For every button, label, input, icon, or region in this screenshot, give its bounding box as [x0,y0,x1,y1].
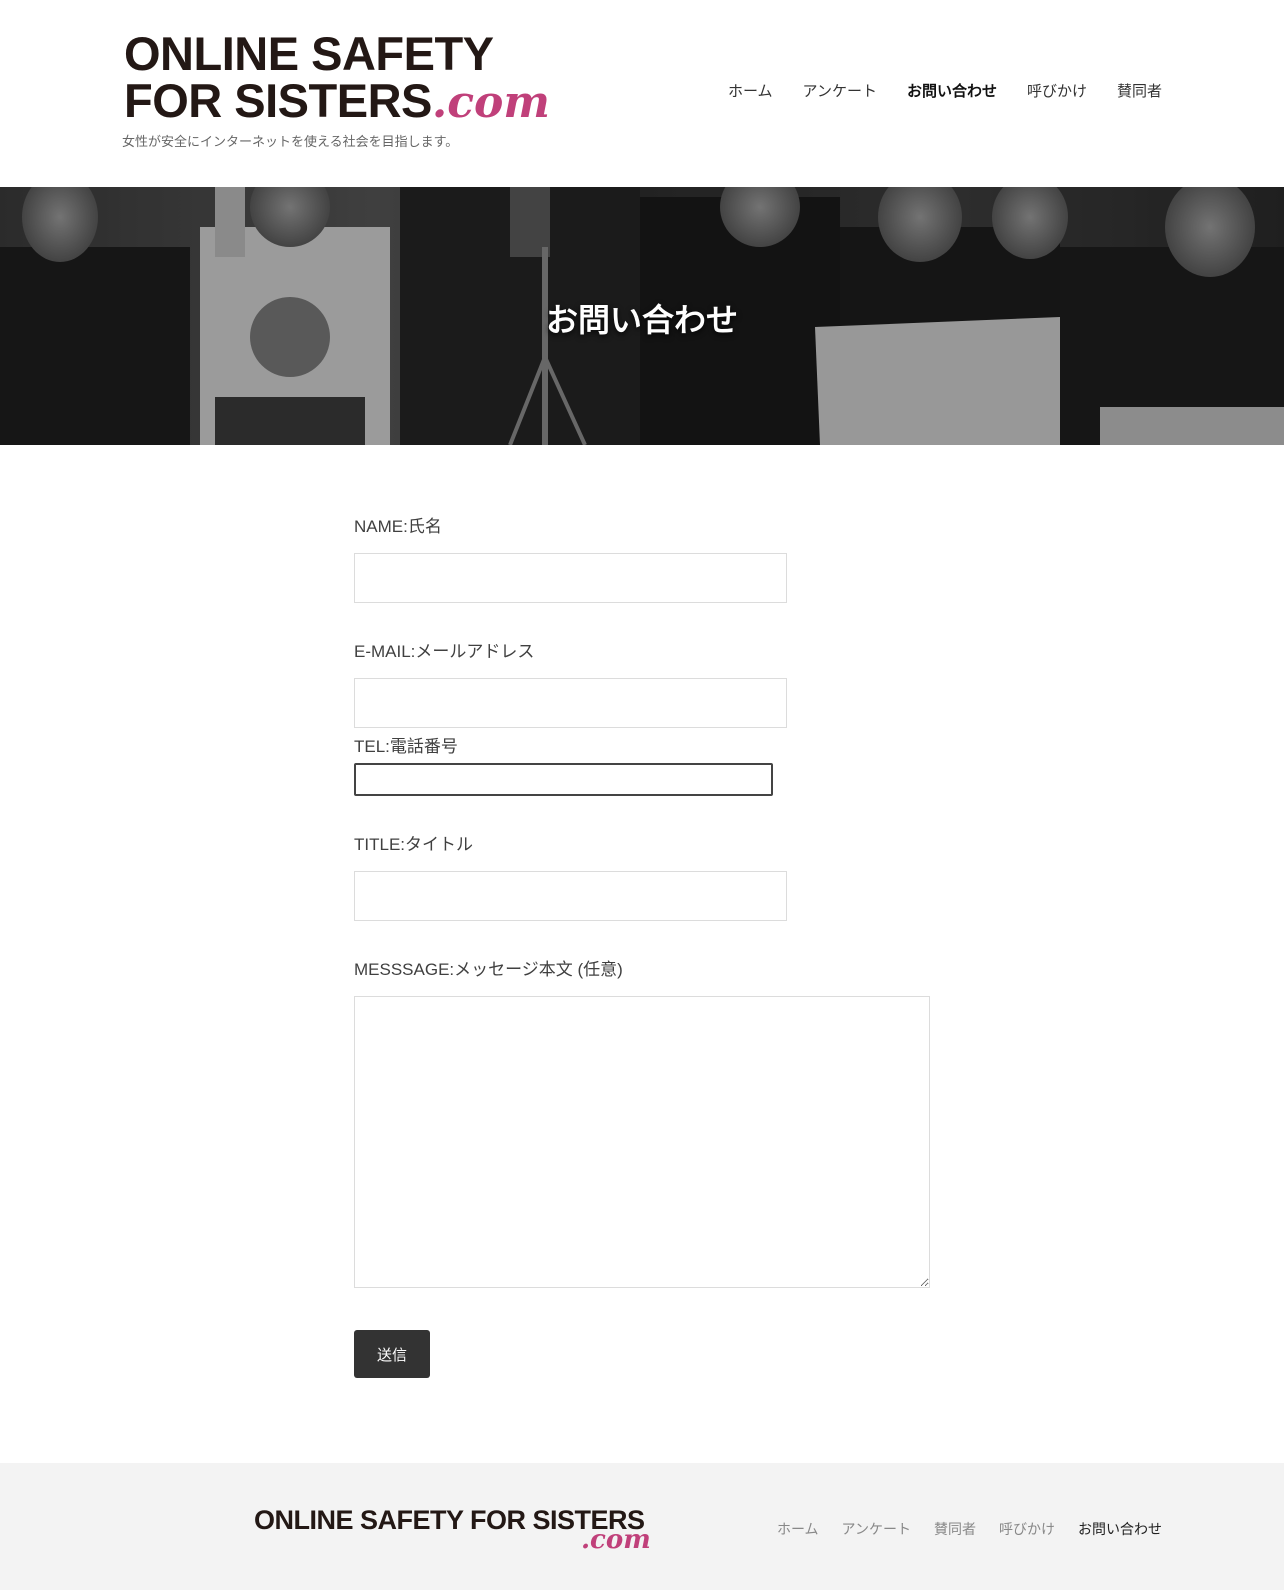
site-tagline: 女性が安全にインターネットを使える社会を目指します。 [122,135,459,150]
footer-logo-com: .com [581,1525,651,1555]
footer-nav: ホーム アンケート 賛同者 呼びかけ お問い合わせ [754,1519,1162,1539]
logo-line-1: ONLINE SAFETY [124,27,494,80]
footer-nav-supporters[interactable]: 賛同者 [934,1519,976,1539]
nav-supporters[interactable]: 賛同者 [1117,80,1162,101]
nav-appeal[interactable]: 呼びかけ [1027,80,1087,101]
title-label: TITLE:タイトル [354,835,474,854]
logo-com: .com [431,77,550,128]
title-field[interactable] [354,871,787,921]
nav-home[interactable]: ホーム [728,80,773,101]
logo-line-2-text: FOR SISTERS [124,74,432,127]
message-label: MESSSAGE:メッセージ本文 (任意) [354,960,623,979]
nav-survey[interactable]: アンケート [803,80,877,101]
logo-line-2: FOR SISTERS.com [124,74,550,127]
site-header: ONLINE SAFETY FOR SISTERS.com 女性が安全にインター… [0,0,1284,187]
site-footer: ONLINE SAFETY FOR SISTERS .com ホーム アンケート… [0,1463,1284,1590]
footer-logo[interactable]: ONLINE SAFETY FOR SISTERS .com [254,1505,654,1555]
footer-nav-appeal[interactable]: 呼びかけ [999,1519,1055,1539]
footer-nav-contact[interactable]: お問い合わせ [1078,1519,1162,1539]
main-nav: ホーム アンケート お問い合わせ 呼びかけ 賛同者 [698,80,1162,101]
message-field[interactable] [354,996,930,1288]
footer-nav-survey[interactable]: アンケート [842,1519,911,1539]
footer-nav-home[interactable]: ホーム [777,1519,819,1539]
contact-form: NAME:氏名 E-MAIL:メールアドレス TEL:電話番号 TITLE:タイ… [354,512,954,1378]
nav-contact[interactable]: お問い合わせ [907,80,997,101]
tel-label: TEL:電話番号 [354,737,458,756]
page-hero: お問い合わせ [0,187,1284,445]
submit-button[interactable]: 送信 [354,1330,430,1378]
page-title: お問い合わせ [545,301,738,339]
name-field[interactable] [354,553,787,603]
site-logo[interactable]: ONLINE SAFETY FOR SISTERS.com [124,27,550,127]
email-field[interactable] [354,678,787,728]
tel-field[interactable] [354,763,773,796]
email-label: E-MAIL:メールアドレス [354,642,535,661]
name-label: NAME:氏名 [354,517,442,536]
